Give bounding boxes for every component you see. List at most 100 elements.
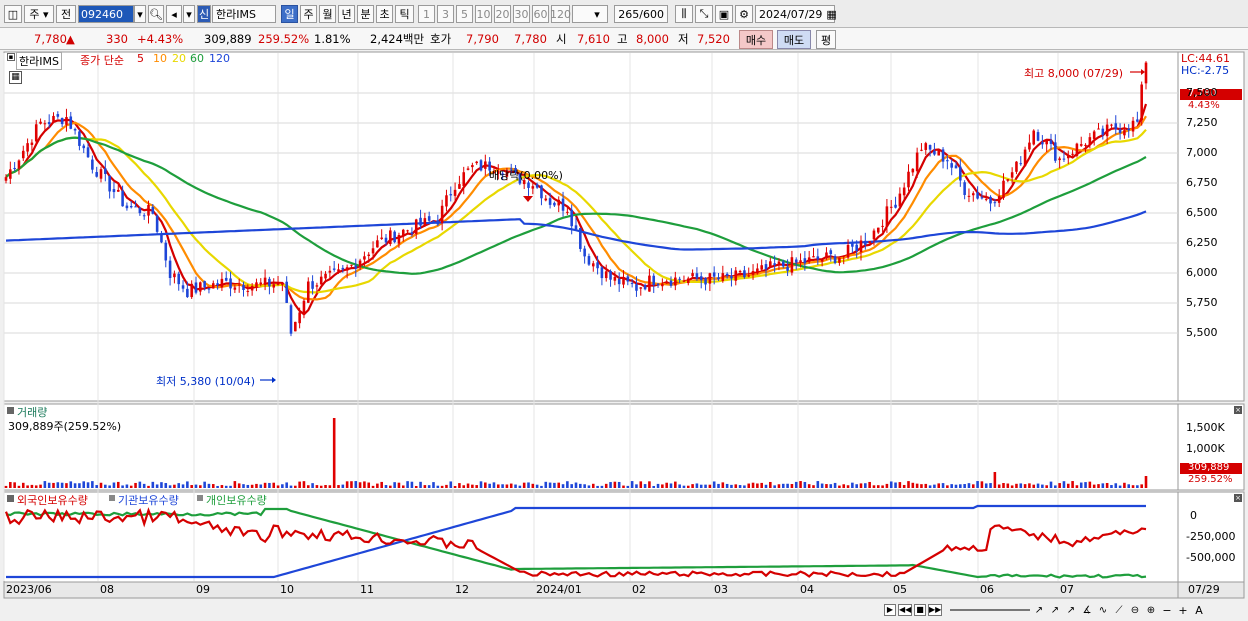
buy-button[interactable]: 매수 <box>739 30 773 49</box>
low-note: 최저 5,380 (10/04) <box>156 375 256 388</box>
volume-bar <box>432 482 435 488</box>
volume-bar <box>851 482 854 488</box>
speaker-dropdown-icon[interactable]: ▾ <box>183 5 195 23</box>
volume-bar <box>466 483 470 488</box>
volume-bar <box>937 483 941 488</box>
volume-bar <box>272 482 276 488</box>
trend-tool-3-icon[interactable]: ↗ <box>1064 605 1078 616</box>
search-icon[interactable]: 🔍︎ <box>148 5 164 23</box>
volume-bar <box>911 482 915 488</box>
speaker-icon[interactable]: ◂ <box>166 5 182 23</box>
x-axis-label: 08 <box>100 583 114 596</box>
interval-20[interactable]: 20 <box>494 5 511 23</box>
sell-button[interactable]: 매도 <box>777 30 811 49</box>
tab-tick[interactable]: 틱 <box>395 5 414 23</box>
chart-area[interactable]: ▪ 한라IMS 종가 단순 5 10 20 60 120 ▦ LC:44.61 … <box>0 51 1248 621</box>
volume-bar <box>233 481 237 488</box>
panel-menu-icon[interactable]: ▪ <box>7 53 15 61</box>
low-label: 저 <box>678 32 689 46</box>
tab-month[interactable]: 월 <box>319 5 336 23</box>
candle-body <box>695 273 699 279</box>
candle-body <box>449 194 453 196</box>
candle-body <box>885 206 889 227</box>
candle-body <box>142 215 146 217</box>
volume-bar <box>276 485 280 488</box>
stock-name-field[interactable]: 한라IMS <box>212 5 276 23</box>
candle-body <box>959 166 962 181</box>
volume-bar <box>177 483 181 488</box>
current-price: 7,780 <box>34 32 67 46</box>
candle-body <box>1066 155 1070 159</box>
tab-day[interactable]: 일 <box>281 5 298 23</box>
volume-close-icon[interactable]: × <box>1234 406 1242 414</box>
candle-body <box>820 259 824 262</box>
candle-body <box>1036 132 1040 141</box>
main-stock-name[interactable]: 한라IMS <box>16 52 62 70</box>
holders-menu-icon[interactable] <box>7 495 14 502</box>
candle-body <box>678 278 681 280</box>
candle-body <box>82 145 86 149</box>
volume-bar <box>889 481 893 488</box>
volume-bar <box>915 483 919 488</box>
scroll-last-icon[interactable]: ▶▶ <box>928 604 942 616</box>
code-dropdown-icon[interactable]: ▾ <box>134 5 146 23</box>
volume-bar <box>734 484 738 488</box>
volume-bar <box>989 483 992 488</box>
candle-body <box>665 281 668 284</box>
high-note: 최고 8,000 (07/29) <box>1024 67 1124 80</box>
angle-tool-icon[interactable]: ∡ <box>1080 605 1094 616</box>
candle-body <box>281 283 284 285</box>
candle-type-icon[interactable]: ⫼ <box>675 5 693 23</box>
zoom-slider[interactable] <box>950 609 1030 611</box>
candle-body <box>350 264 353 266</box>
tab-week[interactable]: 주 <box>300 5 317 23</box>
line-tool-icon[interactable]: ⟋ <box>1112 605 1126 616</box>
calculator-icon[interactable]: ▦ <box>9 71 22 84</box>
zoom-tool-icon[interactable]: ⊖ <box>1128 605 1142 616</box>
scroll-first-icon[interactable]: ◀◀ <box>898 604 912 616</box>
trend-tool-icon[interactable]: ↗ <box>1032 605 1046 616</box>
volume-bar <box>583 484 586 488</box>
candle-body <box>453 189 457 196</box>
date-input[interactable]: 2024/07/29 ▦ <box>755 5 837 23</box>
calendar-icon[interactable]: ▦ <box>826 8 836 21</box>
holders-close-icon[interactable]: × <box>1234 494 1242 502</box>
volume-bar <box>1023 484 1027 488</box>
zoom-out-icon[interactable]: − <box>1160 604 1174 617</box>
interval-10[interactable]: 10 <box>475 5 492 23</box>
settings-icon[interactable]: ⚙ <box>735 5 753 23</box>
window-menu-icon[interactable]: ◫ <box>4 5 22 23</box>
interval-5[interactable]: 5 <box>456 5 473 23</box>
trend-tool-2-icon[interactable]: ↗ <box>1048 605 1062 616</box>
tab-minute[interactable]: 분 <box>357 5 374 23</box>
prev-button[interactable]: 전 <box>56 5 76 23</box>
interval-60[interactable]: 60 <box>532 5 549 23</box>
stock-chart-svg[interactable] <box>0 51 1248 621</box>
candle-body <box>151 206 155 214</box>
interval-30[interactable]: 30 <box>513 5 530 23</box>
candle-body <box>954 165 958 169</box>
scroll-right-icon[interactable]: ▶ <box>884 604 896 616</box>
interval-3[interactable]: 3 <box>437 5 454 23</box>
zoom-plus-icon[interactable]: + <box>1176 604 1190 617</box>
wave-tool-icon[interactable]: ∿ <box>1096 605 1110 616</box>
count-input[interactable]: 265/600 <box>614 5 668 23</box>
x-axis-label: 05 <box>893 583 907 596</box>
stock-code-input[interactable]: 092460 <box>78 5 134 23</box>
interval-custom-select[interactable]: ▾ <box>572 5 608 23</box>
interval-120[interactable]: 120 <box>550 5 571 23</box>
volume-menu-icon[interactable] <box>7 407 14 414</box>
save-icon[interactable]: ▣ <box>715 5 733 23</box>
interval-1[interactable]: 1 <box>418 5 435 23</box>
period-select[interactable]: 주 ▾ <box>24 5 54 23</box>
volume-bar <box>561 484 565 488</box>
tab-second[interactable]: 초 <box>376 5 393 23</box>
draw-tool-icon[interactable]: ⤡ <box>695 5 713 23</box>
zoom-in-tool-icon[interactable]: ⊕ <box>1144 605 1158 616</box>
interval-label: 5 <box>461 7 468 21</box>
avg-button[interactable]: 평 <box>816 30 836 49</box>
volume-bar <box>777 484 781 488</box>
tab-year[interactable]: 년 <box>338 5 355 23</box>
font-size-icon[interactable]: A <box>1192 604 1206 617</box>
stop-icon[interactable]: ■ <box>914 604 926 616</box>
